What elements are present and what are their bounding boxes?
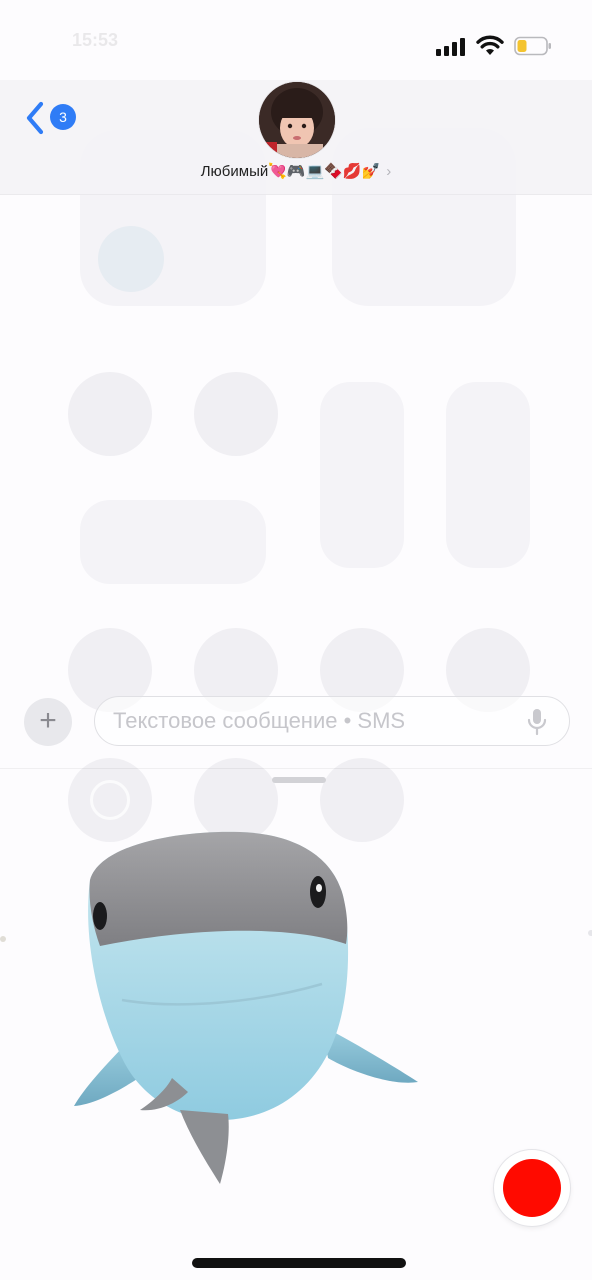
ghost-focus-tile <box>80 500 266 584</box>
message-input[interactable] <box>94 696 570 746</box>
status-time: 15:53 <box>72 30 119 50</box>
home-indicator[interactable] <box>192 1258 406 1268</box>
chevron-left-icon <box>26 101 44 135</box>
ghost-volume-slider <box>446 382 530 568</box>
contact-avatar[interactable] <box>259 82 335 158</box>
ghost-brightness-slider <box>320 382 404 568</box>
compose-bar: + <box>0 688 592 769</box>
record-dot <box>503 1159 561 1217</box>
contact-name-row[interactable]: Любимый💘🎮💻🍫💋💅 › <box>0 162 592 180</box>
contact-name: Любимый💘🎮💻🍫💋💅 <box>200 163 381 180</box>
unread-count-badge: 3 <box>50 104 76 130</box>
status-bar: 15:53 <box>0 0 592 80</box>
ghost-rotation-lock <box>68 372 152 456</box>
shark-memoji[interactable] <box>60 820 440 1200</box>
microphone-icon[interactable] <box>526 708 548 736</box>
messages-screen: 15:53 3 Любимый💘🎮💻🍫💋💅 › + Текстовое сооб… <box>0 0 592 1280</box>
ghost-airplane-toggle <box>98 226 164 292</box>
wifi-icon <box>476 35 504 55</box>
right-edge-marker <box>588 930 592 936</box>
cellular-signal-icon <box>436 38 468 56</box>
drawer-handle[interactable] <box>272 777 326 783</box>
back-button[interactable]: 3 <box>24 98 84 138</box>
ghost-camera-ring <box>90 780 130 820</box>
chevron-right-icon: › <box>386 163 392 180</box>
left-edge-marker <box>0 936 6 942</box>
record-button[interactable] <box>494 1150 570 1226</box>
apps-plus-button[interactable]: + <box>24 698 72 746</box>
battery-icon <box>514 36 551 56</box>
conversation-header: 3 Любимый💘🎮💻🍫💋💅 › <box>0 80 592 195</box>
ghost-screen-mirror <box>194 372 278 456</box>
avatar-photo <box>259 82 335 158</box>
